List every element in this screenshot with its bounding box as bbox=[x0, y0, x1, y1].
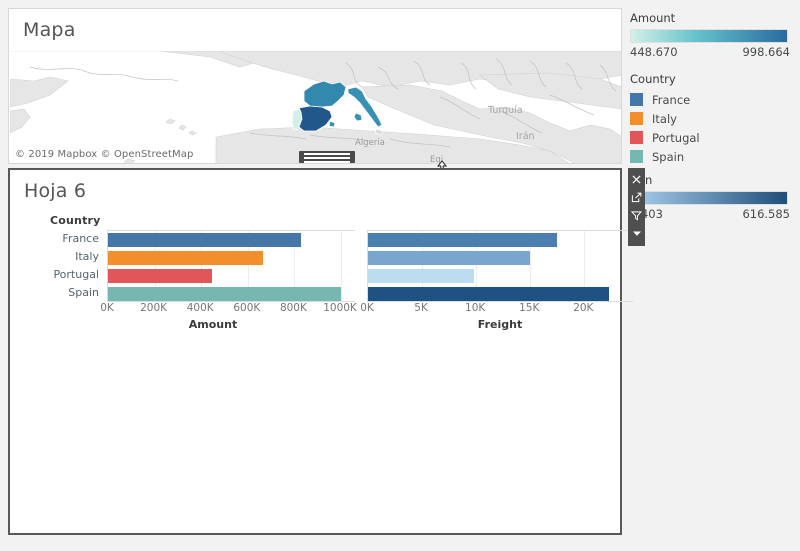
axis-tick: 5K bbox=[414, 302, 428, 314]
row-field-header: Country bbox=[50, 214, 101, 227]
legend-country[interactable]: Country France Italy Portugal Spain bbox=[630, 72, 700, 166]
world-map-svg: Algeria Turquía Irán Egi bbox=[10, 51, 621, 163]
legend-floating-toolbar[interactable] bbox=[628, 168, 645, 246]
legend-label-portugal: Portugal bbox=[652, 130, 700, 145]
color-swatch-italy bbox=[630, 112, 643, 125]
row-label-italy[interactable]: Italy bbox=[20, 248, 104, 266]
legend-margin-title: rgin bbox=[630, 173, 790, 187]
bar-row bbox=[368, 285, 633, 303]
axis-freight[interactable]: Freight 0K 5K 10K 15K 20K bbox=[360, 302, 633, 332]
bar-spain-freight[interactable] bbox=[368, 287, 610, 301]
color-swatch-portugal bbox=[630, 131, 643, 144]
legend-amount-high: 998.664 bbox=[742, 45, 790, 59]
axis-tick: 800K bbox=[279, 302, 307, 314]
legend-label-italy: Italy bbox=[652, 111, 677, 126]
legend-margin-labels: 7.403 616.585 bbox=[630, 207, 790, 223]
axis-tick: 0K bbox=[360, 302, 374, 314]
color-swatch-spain bbox=[630, 150, 643, 163]
legend-amount-title: Amount bbox=[630, 11, 676, 25]
legend-amount-labels: 448.670 998.664 bbox=[630, 45, 790, 61]
map-label-algeria: Algeria bbox=[355, 138, 385, 148]
worksheet-hoja-6[interactable]: Hoja 6 Country France Italy Portugal Spa… bbox=[8, 168, 633, 535]
chevron-down-icon[interactable] bbox=[629, 224, 644, 242]
legend-margin-high: 616.585 bbox=[742, 207, 790, 221]
axis-title-freight: Freight bbox=[477, 318, 523, 331]
legend-item-portugal[interactable]: Portugal bbox=[630, 128, 700, 147]
axis-tick: 10K bbox=[465, 302, 486, 314]
axis-tick: 0K bbox=[100, 302, 114, 314]
chart-panes: France Italy Portugal Spain bbox=[20, 230, 633, 302]
dashboard-root: Mapa Algeria Turquía Irán Egi © 2019 Map… bbox=[0, 0, 800, 551]
map-sheet[interactable]: Mapa Algeria Turquía Irán Egi © 2019 Map… bbox=[8, 8, 622, 164]
row-label-portugal[interactable]: Portugal bbox=[20, 266, 104, 284]
legend-label-france: France bbox=[652, 92, 691, 107]
axis-tick: 400K bbox=[186, 302, 214, 314]
axis-tick: 15K bbox=[519, 302, 540, 314]
axis-tick: 200K bbox=[140, 302, 168, 314]
axis-tick: 600K bbox=[233, 302, 261, 314]
row-labels: France Italy Portugal Spain bbox=[20, 230, 104, 302]
legend-country-title: Country bbox=[630, 72, 676, 86]
axis-tick: 1000K bbox=[323, 302, 357, 314]
legend-item-france[interactable]: France bbox=[630, 90, 700, 109]
bar-italy-freight[interactable] bbox=[368, 251, 531, 265]
axis-title-amount: Amount bbox=[188, 318, 238, 331]
bar-row bbox=[108, 267, 355, 285]
bar-row bbox=[368, 231, 633, 249]
axis-tick: 20K bbox=[573, 302, 594, 314]
filter-icon[interactable] bbox=[629, 206, 644, 224]
legend-margin[interactable]: rgin 7.403 616.585 bbox=[630, 173, 790, 223]
bar-row bbox=[368, 267, 633, 285]
bar-row bbox=[108, 285, 355, 303]
pane-freight[interactable] bbox=[367, 230, 633, 302]
legend-label-spain: Spain bbox=[652, 149, 685, 164]
row-label-france[interactable]: France bbox=[20, 230, 104, 248]
bar-portugal-freight[interactable] bbox=[368, 269, 474, 283]
row-label-spain[interactable]: Spain bbox=[20, 284, 104, 302]
legend-item-spain[interactable]: Spain bbox=[630, 147, 700, 166]
map-attribution: © 2019 Mapbox © OpenStreetMap bbox=[15, 149, 194, 160]
pane-amount[interactable] bbox=[107, 230, 355, 302]
bar-row bbox=[108, 249, 355, 267]
bar-spain-amount[interactable] bbox=[108, 287, 341, 301]
horizontal-scrollbar-grip[interactable] bbox=[299, 151, 355, 163]
axis-amount[interactable]: Amount 0K 200K 400K 600K 800K 1000K bbox=[100, 302, 359, 332]
export-icon[interactable] bbox=[629, 188, 644, 206]
bar-row bbox=[368, 249, 633, 267]
legend-item-italy[interactable]: Italy bbox=[630, 109, 700, 128]
map-label-iran: Irán bbox=[516, 131, 535, 142]
bar-france-freight[interactable] bbox=[368, 233, 558, 247]
bar-france-amount[interactable] bbox=[108, 233, 302, 247]
legend-amount[interactable]: Amount 448.670 998.664 bbox=[630, 11, 790, 61]
worksheet-title: Hoja 6 bbox=[24, 180, 87, 202]
legend-amount-gradient[interactable] bbox=[630, 29, 788, 43]
bar-italy-amount[interactable] bbox=[108, 251, 263, 265]
map-canvas[interactable]: Algeria Turquía Irán Egi bbox=[10, 51, 621, 163]
bar-row bbox=[108, 231, 355, 249]
color-swatch-france bbox=[630, 93, 643, 106]
map-label-turquia: Turquía bbox=[487, 105, 523, 116]
legend-amount-low: 448.670 bbox=[630, 45, 678, 59]
close-icon[interactable] bbox=[629, 170, 644, 188]
bar-chart-viz: Country France Italy Portugal Spain Amou… bbox=[20, 214, 633, 334]
bar-portugal-amount[interactable] bbox=[108, 269, 212, 283]
map-sheet-title: Mapa bbox=[23, 19, 76, 41]
legend-margin-gradient[interactable] bbox=[630, 191, 788, 205]
